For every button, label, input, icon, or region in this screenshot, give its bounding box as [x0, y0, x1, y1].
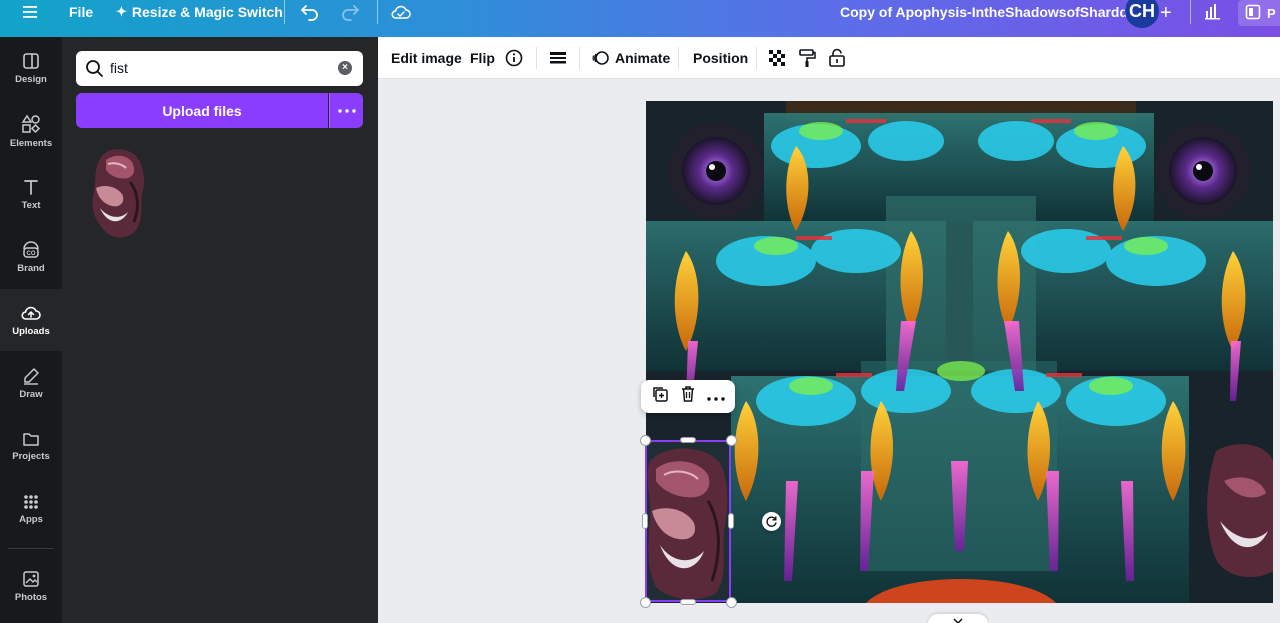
top-bar: File ✦ Resize & Magic Switch Copy of Apo… — [0, 0, 1280, 37]
decor-eye-right — [1155, 123, 1251, 219]
rail-item-uploads[interactable]: Uploads — [0, 289, 62, 351]
rail-label: Projects — [12, 450, 50, 462]
present-icon — [1245, 4, 1261, 23]
resize-handle-top-right[interactable] — [726, 435, 737, 446]
search-input[interactable] — [110, 57, 330, 79]
redo-icon[interactable] — [340, 0, 360, 24]
transparency-icon[interactable] — [768, 37, 786, 79]
rail-item-elements[interactable]: Elements — [0, 100, 62, 162]
toolbar-divider — [536, 47, 537, 69]
present-button[interactable]: P — [1238, 0, 1280, 26]
upload-files-button[interactable]: Upload files — [76, 93, 328, 128]
topbar-divider — [284, 0, 285, 24]
menu-icon[interactable] — [22, 0, 38, 24]
duplicate-icon[interactable] — [651, 385, 669, 408]
fist-image-right[interactable] — [1207, 444, 1273, 578]
show-pages-button[interactable] — [928, 614, 988, 623]
resize-handle-left[interactable] — [642, 513, 648, 529]
selection-box — [645, 440, 731, 602]
context-toolbar: Edit image Flip Animate Position — [378, 37, 1280, 79]
side-rail: Design Elements Text CO Brand Uploads Dr… — [0, 37, 62, 623]
shapes-icon — [21, 114, 41, 133]
animate-button[interactable]: Animate — [592, 37, 670, 79]
cloud-upload-icon — [21, 306, 41, 320]
sparkle-icon: ✦ — [116, 4, 127, 19]
uploads-panel: × Upload files — [62, 37, 378, 623]
copy-style-icon[interactable] — [798, 37, 816, 79]
toolbar-divider — [678, 47, 679, 69]
rail-divider — [8, 548, 54, 549]
delete-icon[interactable] — [680, 385, 696, 408]
rail-item-apps[interactable]: Apps — [0, 478, 62, 540]
rail-label: Design — [15, 73, 47, 85]
rail-label: Brand — [17, 262, 45, 274]
uploaded-image-thumbnail[interactable] — [82, 142, 154, 242]
search-icon — [85, 59, 104, 83]
rail-item-design[interactable]: Design — [0, 37, 62, 99]
rail-label: Text — [21, 199, 41, 211]
rail-item-text[interactable]: Text — [0, 163, 62, 225]
decor-eye-left — [668, 123, 764, 219]
resize-handle-bottom-right[interactable] — [726, 597, 737, 608]
clear-search-icon[interactable]: × — [338, 61, 352, 75]
svg-text:CO: CO — [27, 251, 36, 257]
toolbar-divider — [756, 47, 757, 69]
text-icon — [24, 179, 38, 195]
edit-image-button[interactable]: Edit image — [391, 37, 462, 79]
resize-handle-bottom-left[interactable] — [640, 597, 651, 608]
more-options-icon[interactable] — [707, 388, 726, 406]
grid-icon — [24, 494, 38, 509]
present-label: P — [1267, 5, 1276, 21]
animate-icon — [592, 51, 609, 65]
design-page[interactable] — [646, 101, 1273, 603]
resize-handle-right[interactable] — [728, 513, 734, 529]
rail-item-draw[interactable]: Draw — [0, 352, 62, 414]
resize-magic-switch-button[interactable]: ✦ Resize & Magic Switch — [116, 0, 283, 24]
resize-handle-bottom[interactable] — [680, 599, 696, 605]
more-icon — [337, 108, 356, 113]
toolbar-divider — [579, 47, 580, 69]
add-collaborator-icon[interactable]: + — [1160, 2, 1172, 25]
info-icon[interactable] — [505, 37, 523, 79]
flip-button[interactable]: Flip — [470, 37, 495, 79]
element-quick-actions — [641, 380, 735, 413]
rail-label: Apps — [19, 513, 43, 525]
resize-handle-top-left[interactable] — [640, 435, 651, 446]
upload-more-options-button[interactable] — [329, 93, 363, 128]
file-menu-button[interactable]: File — [69, 0, 93, 24]
image-icon — [23, 570, 39, 587]
user-avatar[interactable]: CH — [1125, 0, 1159, 28]
cloud-saved-icon[interactable] — [391, 0, 411, 24]
folder-icon — [23, 432, 39, 446]
chevron-down-icon — [953, 618, 963, 623]
resize-label: Resize & Magic Switch — [131, 4, 283, 20]
animate-label: Animate — [615, 50, 671, 66]
topbar-divider — [1190, 0, 1191, 24]
rotate-handle[interactable] — [762, 512, 781, 531]
rail-label: Uploads — [12, 325, 50, 337]
rail-item-projects[interactable]: Projects — [0, 415, 62, 477]
topbar-divider — [377, 0, 378, 24]
document-title[interactable]: Copy of Apophysis-IntheShadowsofShardds — [840, 4, 1136, 20]
resize-handle-top[interactable] — [680, 437, 696, 443]
search-box: × — [76, 51, 363, 86]
rail-item-photos[interactable]: Photos — [0, 555, 62, 617]
brand-icon: CO — [23, 240, 39, 258]
position-button[interactable]: Position — [693, 37, 748, 79]
rail-label: Draw — [19, 388, 43, 400]
rail-label: Elements — [9, 137, 53, 149]
lock-icon[interactable] — [828, 37, 846, 79]
border-style-icon[interactable] — [549, 37, 567, 79]
rail-label: Photos — [14, 591, 48, 603]
rail-item-brand[interactable]: CO Brand — [0, 226, 62, 288]
layout-icon — [23, 52, 39, 69]
pen-icon — [24, 367, 39, 385]
rotate-icon — [766, 516, 777, 527]
insights-chart-icon[interactable] — [1204, 2, 1222, 25]
undo-icon[interactable] — [300, 0, 320, 24]
